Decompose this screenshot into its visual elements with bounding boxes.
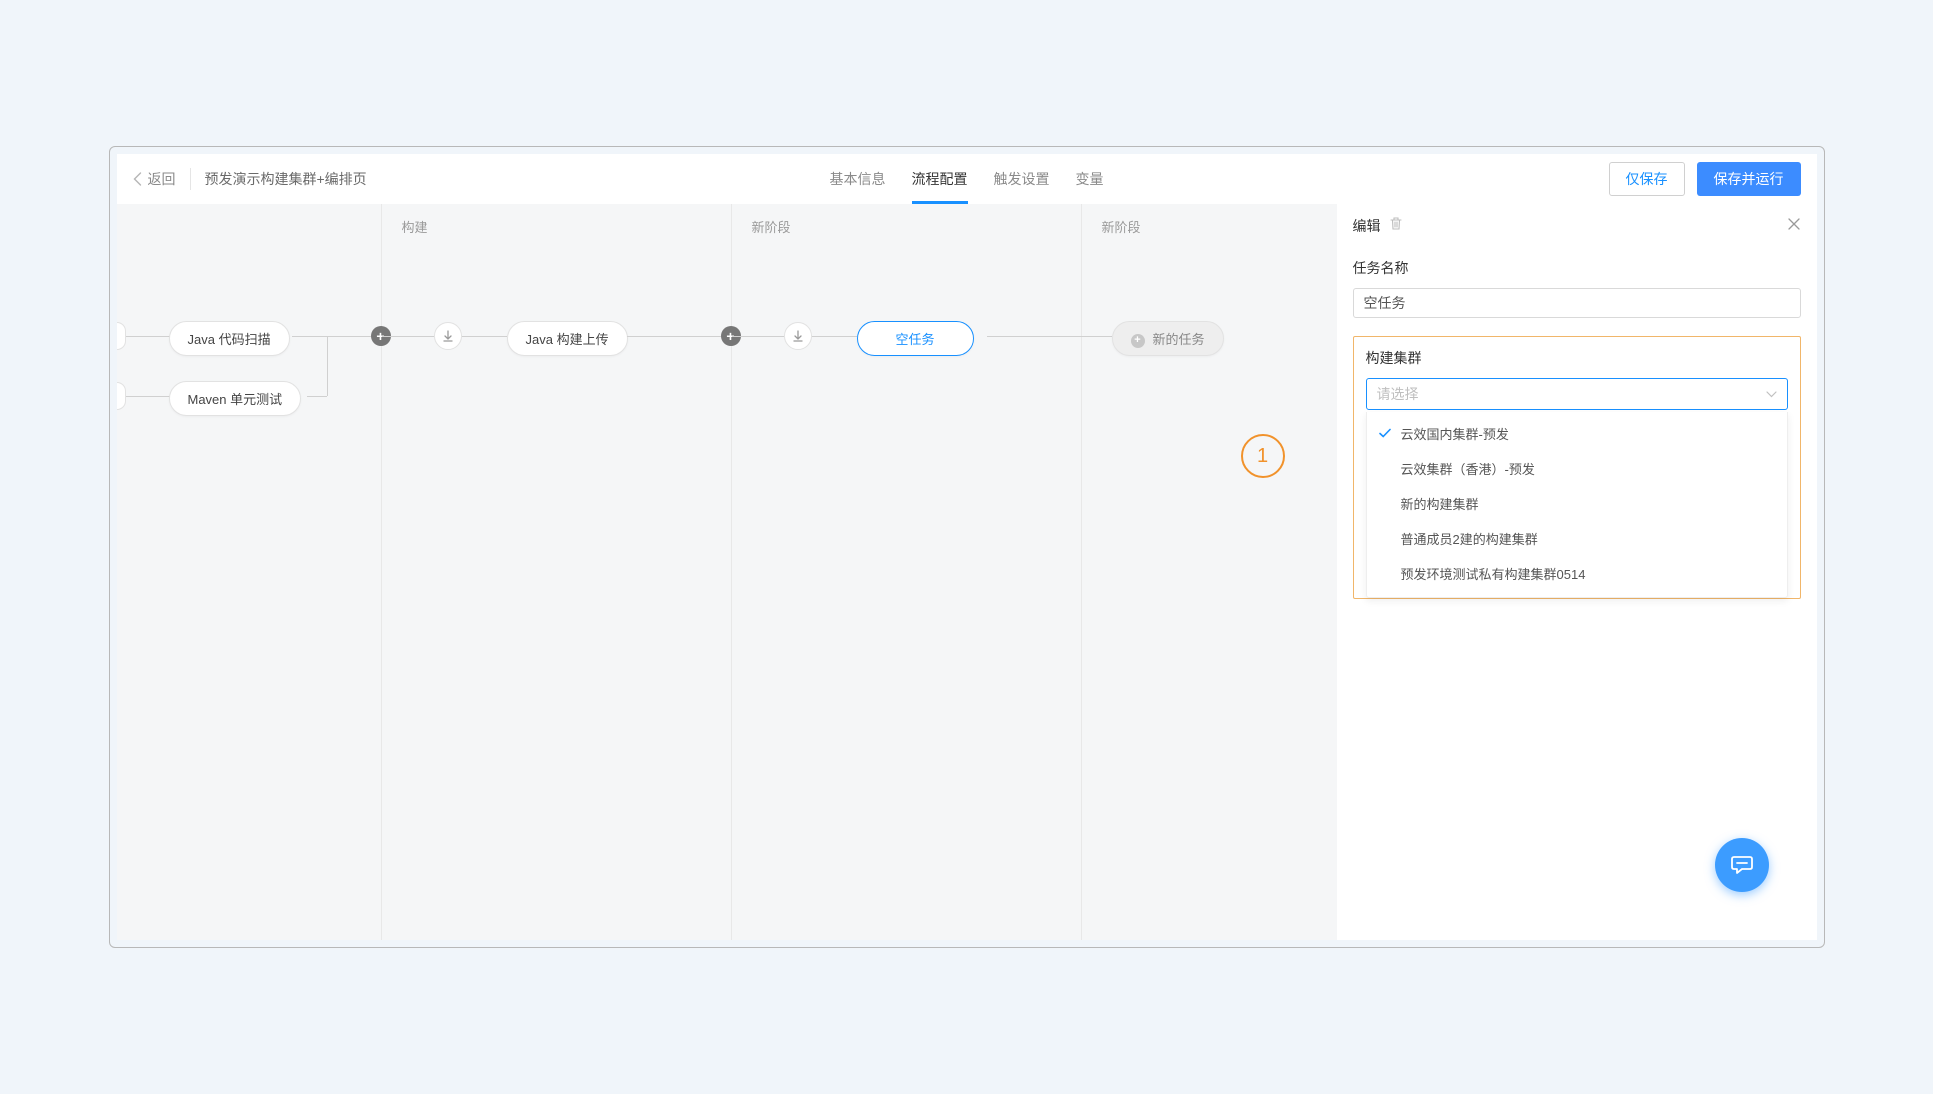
tab-bar: 基本信息 流程配置 触发设置 变量 <box>830 154 1104 204</box>
top-toolbar: 返回 预发演示构建集群+编排页 基本信息 流程配置 触发设置 变量 仅保存 保存… <box>117 154 1817 204</box>
panel-title: 编辑 <box>1353 216 1381 236</box>
connector <box>307 396 327 397</box>
stage-header: 新阶段 <box>732 204 1081 248</box>
cluster-option-label: 预发环境测试私有构建集群0514 <box>1401 567 1586 582</box>
cluster-option-label: 普通成员2建的构建集群 <box>1401 532 1538 547</box>
add-task-label: 新的任务 <box>1153 332 1205 347</box>
task-node[interactable]: Java 构建上传 <box>507 321 628 356</box>
cluster-option[interactable]: 云效国内集群-预发 <box>1367 416 1787 451</box>
cluster-option-label: 云效集群（香港）-预发 <box>1401 462 1535 477</box>
page-title: 预发演示构建集群+编排页 <box>205 169 367 189</box>
connector <box>292 336 327 337</box>
tab-trigger-settings[interactable]: 触发设置 <box>994 154 1050 204</box>
save-only-button[interactable]: 仅保存 <box>1609 162 1685 196</box>
chevron-left-icon <box>133 172 142 186</box>
check-icon <box>1379 426 1391 441</box>
stage-entry-toggle[interactable] <box>784 322 812 350</box>
connector <box>732 336 784 337</box>
connector <box>126 336 171 337</box>
connector <box>382 336 434 337</box>
connector <box>627 336 732 337</box>
task-name-input[interactable] <box>1353 288 1801 318</box>
cluster-highlight-box: 构建集群 请选择 云效国内集群-预发 <box>1353 336 1801 599</box>
connector-endpoint <box>117 382 126 410</box>
add-task-placeholder[interactable]: + 新的任务 <box>1112 321 1224 356</box>
connector <box>812 336 857 337</box>
connector <box>126 396 171 397</box>
back-label: 返回 <box>148 169 176 189</box>
connector-endpoint <box>117 322 126 350</box>
task-name-label: 任务名称 <box>1353 258 1801 278</box>
tab-variables[interactable]: 变量 <box>1076 154 1104 204</box>
cluster-select[interactable]: 请选择 <box>1366 378 1788 410</box>
edit-side-panel: 编辑 任务名称 构建集群 请选择 <box>1337 204 1817 940</box>
chat-icon <box>1730 854 1754 876</box>
cluster-option[interactable]: 预发环境测试私有构建集群0514 <box>1367 556 1787 591</box>
cluster-option[interactable]: 普通成员2建的构建集群 <box>1367 521 1787 556</box>
plus-icon: + <box>1131 334 1145 348</box>
cluster-dropdown: 云效国内集群-预发 云效集群（香港）-预发 新的构建集群 普通成员2建的构建集群… <box>1366 412 1788 598</box>
connector <box>327 336 328 396</box>
delete-task-button[interactable] <box>1389 216 1403 236</box>
tab-flow-config[interactable]: 流程配置 <box>912 154 968 204</box>
chevron-down-icon <box>1766 385 1777 403</box>
cluster-option[interactable]: 新的构建集群 <box>1367 486 1787 521</box>
stage-header <box>117 204 381 248</box>
connector <box>1082 336 1112 337</box>
connector <box>462 336 507 337</box>
cluster-option[interactable]: 云效集群（香港）-预发 <box>1367 451 1787 486</box>
cluster-placeholder: 请选择 <box>1377 384 1419 404</box>
cluster-option-label: 新的构建集群 <box>1401 497 1479 512</box>
connector <box>987 336 1082 337</box>
pipeline-canvas[interactable]: Java 代码扫描 Maven 单元测试 + 构建 <box>117 204 1337 940</box>
cluster-label: 构建集群 <box>1366 348 1788 368</box>
task-node[interactable]: Maven 单元测试 <box>169 381 302 416</box>
save-and-run-button[interactable]: 保存并运行 <box>1697 162 1801 196</box>
chat-fab-button[interactable] <box>1715 838 1769 892</box>
back-button[interactable]: 返回 <box>133 169 176 189</box>
tab-basic-info[interactable]: 基本信息 <box>830 154 886 204</box>
stage-header: 新阶段 <box>1082 204 1337 248</box>
close-panel-button[interactable] <box>1787 217 1801 236</box>
stage-entry-toggle[interactable] <box>434 322 462 350</box>
cluster-option-label: 云效国内集群-预发 <box>1401 427 1509 442</box>
task-node-selected[interactable]: 空任务 <box>857 321 974 356</box>
task-node[interactable]: Java 代码扫描 <box>169 321 290 356</box>
stage-header: 构建 <box>382 204 731 248</box>
divider <box>190 168 191 190</box>
